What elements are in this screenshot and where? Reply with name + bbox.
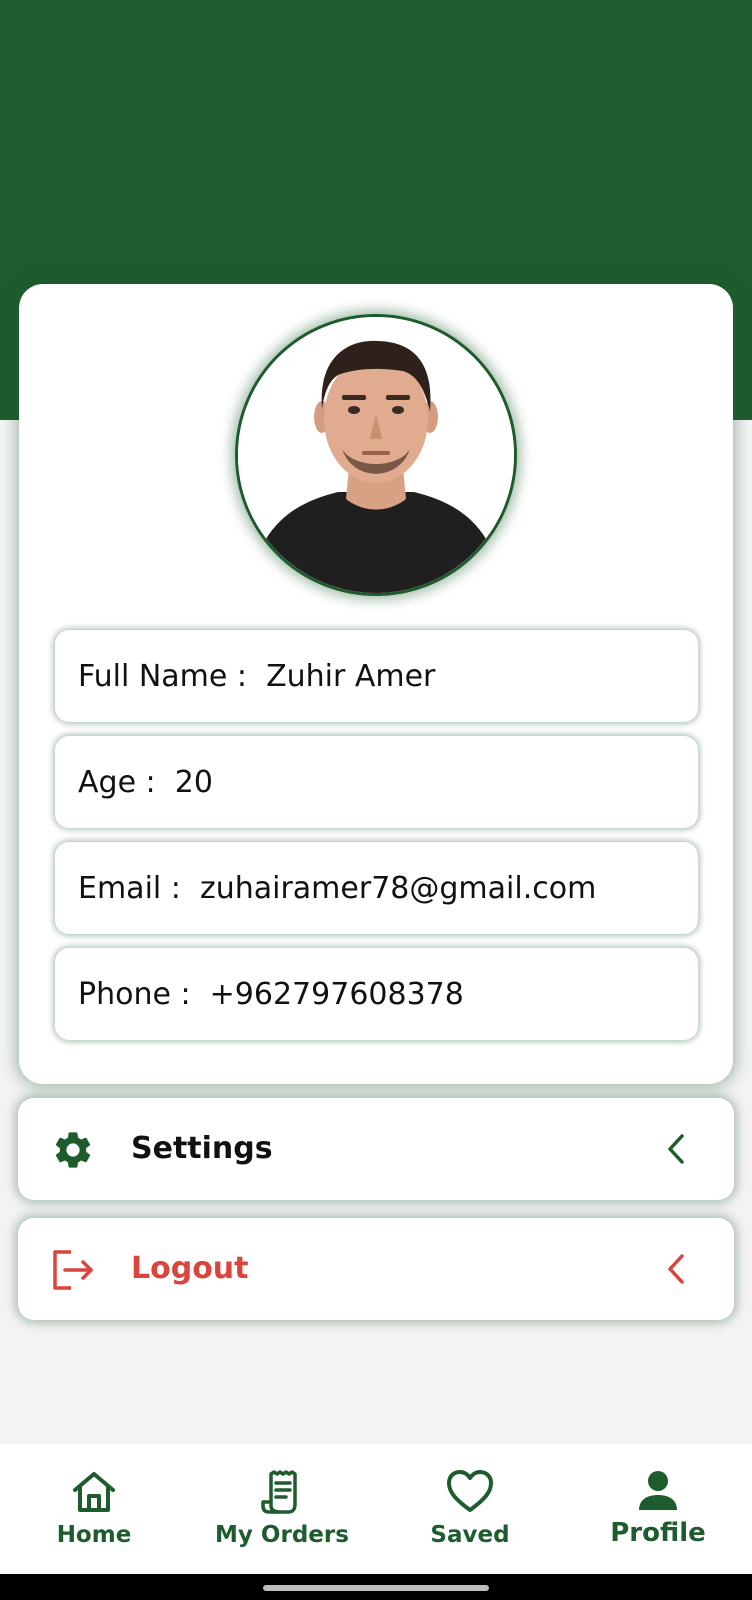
nav-label-profile: Profile — [610, 1518, 706, 1548]
email-field: Email : zuhairamer78@gmail.com — [55, 842, 698, 934]
logout-label: Logout — [131, 1251, 249, 1286]
nav-label-saved: Saved — [430, 1522, 510, 1548]
nav-label-my-orders: My Orders — [215, 1522, 349, 1548]
profile-card: Full Name : Zuhir Amer Age : 20 Email : … — [19, 284, 733, 1084]
full-name-label: Full Name : — [78, 658, 247, 694]
home-indicator[interactable] — [263, 1585, 489, 1591]
settings-label: Settings — [131, 1131, 273, 1166]
nav-item-profile[interactable]: Profile — [564, 1444, 752, 1574]
age-label: Age : — [78, 764, 156, 800]
phone-value: +962797608378 — [209, 976, 464, 1012]
avatar — [235, 314, 517, 596]
logout-button[interactable]: Logout — [18, 1218, 734, 1320]
email-value: zuhairamer78@gmail.com — [199, 870, 597, 906]
orders-icon — [261, 1470, 297, 1514]
chevron-left-icon — [668, 1134, 684, 1164]
nav-item-home[interactable]: Home — [0, 1444, 188, 1574]
phone-label: Phone : — [78, 976, 191, 1012]
age-value: 20 — [174, 764, 213, 800]
settings-button[interactable]: Settings — [18, 1098, 734, 1200]
full-name-field: Full Name : Zuhir Amer — [55, 630, 698, 722]
email-label: Email : — [78, 870, 181, 906]
gear-icon — [55, 1132, 91, 1168]
bottom-navigation: Home My Orders Saved Profile — [0, 1444, 752, 1574]
chevron-left-icon — [668, 1254, 684, 1284]
heart-icon — [447, 1470, 493, 1512]
nav-label-home: Home — [56, 1522, 132, 1548]
full-name-value: Zuhir Amer — [266, 658, 436, 694]
home-icon — [73, 1472, 115, 1512]
phone-field: Phone : +962797608378 — [55, 948, 698, 1040]
logout-icon — [53, 1250, 93, 1290]
system-navigation-bar — [0, 1574, 752, 1600]
person-icon — [639, 1471, 677, 1510]
age-field: Age : 20 — [55, 736, 698, 828]
avatar-photo — [238, 317, 514, 593]
nav-item-my-orders[interactable]: My Orders — [188, 1444, 376, 1574]
nav-item-saved[interactable]: Saved — [376, 1444, 564, 1574]
